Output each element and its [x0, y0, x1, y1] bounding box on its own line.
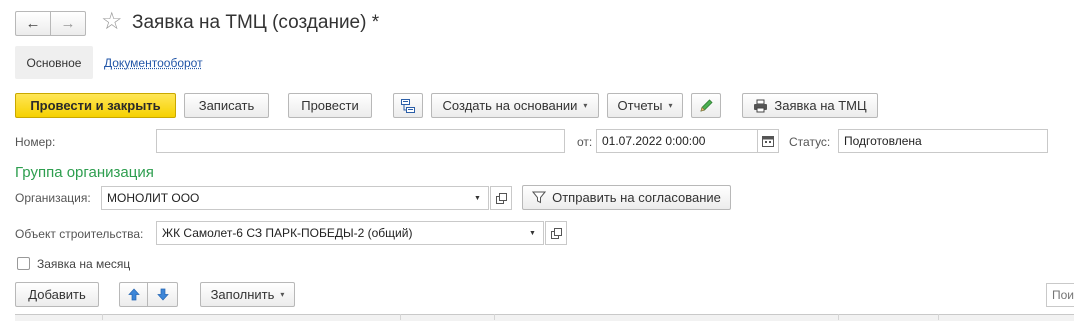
filter-funnel-icon [532, 191, 547, 204]
date-label: от: [577, 135, 593, 149]
object-open-button[interactable] [545, 221, 567, 245]
date-field[interactable]: 01.07.2022 0:00:00 [596, 129, 759, 153]
object-label: Объект строительства: [15, 227, 144, 241]
structure-button[interactable] [393, 93, 423, 118]
back-arrow-icon: ← [25, 15, 41, 32]
open-link-icon [495, 192, 507, 204]
number-field[interactable] [156, 129, 565, 153]
favorite-star-icon[interactable]: ☆ [101, 8, 123, 36]
chevron-down-icon: ▾ [583, 101, 588, 110]
number-label: Номер: [15, 135, 56, 149]
move-up-button[interactable] [119, 282, 148, 307]
post-button[interactable]: Провести [288, 93, 372, 118]
search-input[interactable] [1046, 283, 1074, 307]
printer-icon [754, 99, 768, 112]
arrow-up-icon [127, 288, 140, 301]
hierarchy-icon [401, 98, 415, 113]
save-button[interactable]: Записать [184, 93, 269, 118]
chevron-down-icon: ▼ [474, 194, 481, 202]
object-field[interactable]: ЖК Самолет-6 СЗ ПАРК-ПОБЕДЫ-2 (общий) [156, 221, 523, 245]
column-divider [102, 314, 103, 320]
reports-button[interactable]: Отчеты ▾ [607, 93, 683, 118]
forward-arrow-icon: → [60, 15, 76, 32]
calendar-icon [762, 136, 774, 147]
edit-button[interactable] [691, 93, 721, 118]
organization-dropdown[interactable]: ▼ [467, 186, 489, 210]
column-divider [494, 314, 495, 320]
group-organization-title: Группа организация [15, 164, 154, 181]
post-and-close-button[interactable]: Провести и закрыть [15, 93, 176, 118]
chevron-down-icon: ▾ [668, 101, 673, 110]
monthly-request-label: Заявка на месяц [37, 257, 131, 271]
send-approval-button[interactable]: Отправить на согласование [522, 185, 731, 210]
forward-button[interactable]: → [50, 11, 86, 36]
chevron-down-icon: ▾ [280, 290, 285, 299]
column-divider [938, 314, 939, 320]
monthly-request-checkbox[interactable] [17, 257, 30, 270]
pencil-icon [700, 98, 713, 112]
tab-main[interactable]: Основное [15, 46, 93, 79]
move-down-button[interactable] [147, 282, 178, 307]
back-button[interactable]: ← [15, 11, 51, 36]
column-divider [838, 314, 839, 320]
organization-label: Организация: [15, 191, 91, 205]
status-field[interactable]: Подготовлена [838, 129, 1048, 153]
fill-button[interactable]: Заполнить ▾ [200, 282, 295, 307]
organization-open-button[interactable] [490, 186, 512, 210]
tab-main-label: Основное [26, 55, 82, 70]
print-request-button[interactable]: Заявка на ТМЦ [742, 93, 878, 118]
column-divider [400, 314, 401, 320]
chevron-down-icon: ▼ [529, 229, 536, 237]
open-link-icon [550, 227, 562, 239]
add-button[interactable]: Добавить [15, 282, 99, 307]
page-title: Заявка на ТМЦ (создание) * [132, 12, 380, 33]
object-dropdown[interactable]: ▼ [522, 221, 544, 245]
organization-field[interactable]: МОНОЛИТ ООО [101, 186, 468, 210]
calendar-button[interactable] [757, 129, 779, 153]
tab-docflow[interactable]: Документооборот [104, 56, 203, 70]
arrow-down-icon [156, 288, 169, 301]
status-label: Статус: [789, 135, 831, 149]
create-based-on-button[interactable]: Создать на основании ▾ [431, 93, 599, 118]
